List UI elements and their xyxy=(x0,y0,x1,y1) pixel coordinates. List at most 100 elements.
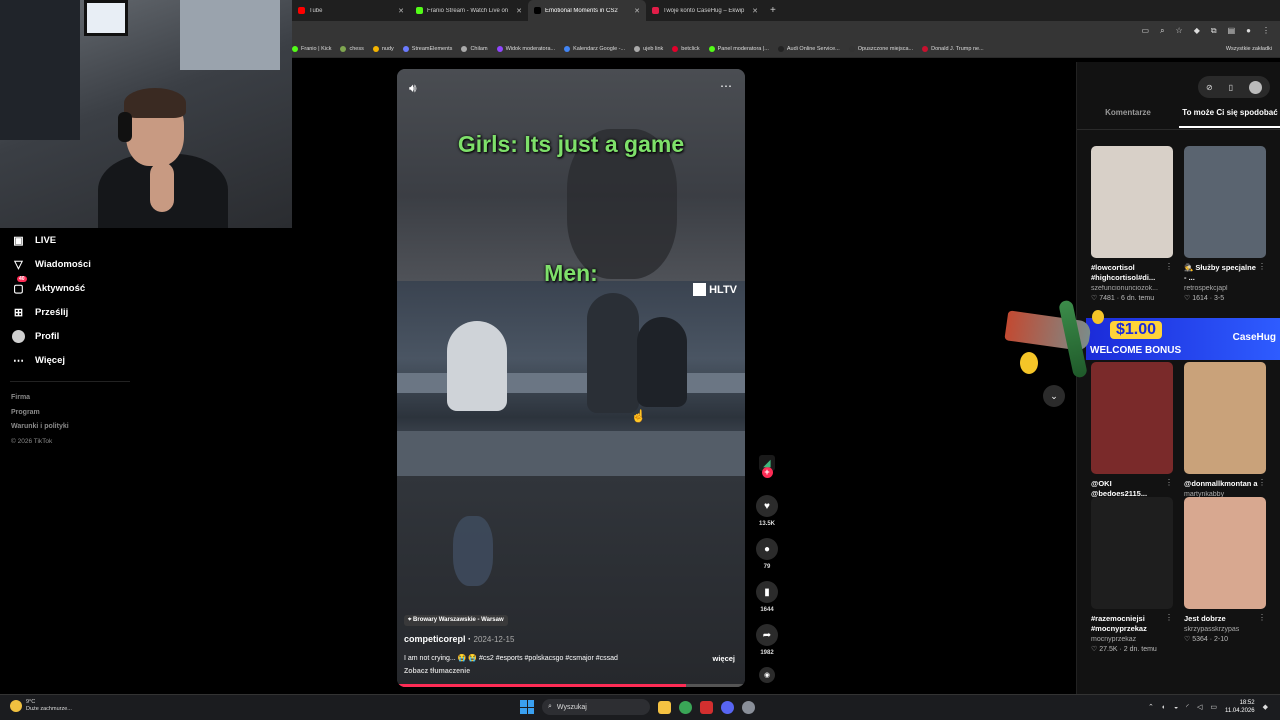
tray-app-icon[interactable]: ◐ xyxy=(1162,704,1166,711)
chrome-icon[interactable] xyxy=(679,700,692,714)
sidebar-item-activity[interactable]: ▢ 40 Aktywność xyxy=(12,276,85,295)
sidebar-item-more[interactable]: ⋯ Więcej xyxy=(12,354,65,367)
video-player[interactable]: Girls: Its just a game Men: HLTV 🔊︎ ⋯ ⌖ … xyxy=(397,69,745,687)
video-progress-bar[interactable] xyxy=(397,684,745,687)
video-more-icon[interactable]: ⋯ xyxy=(720,79,733,93)
share-button[interactable]: ➦ 1982 xyxy=(754,624,780,656)
card-more-icon[interactable]: ⋮ xyxy=(1165,613,1173,622)
recommended-video-card[interactable]: @OKI @bedoes2115... iammilena2 ♡ 42K · 1… xyxy=(1091,362,1173,518)
tab-comments[interactable]: Komentarze xyxy=(1077,108,1179,128)
weather-widget[interactable]: 9°C Duże zachmurze... xyxy=(10,699,72,713)
settings-icon[interactable] xyxy=(742,700,755,714)
notifications-icon[interactable]: ◆ xyxy=(1263,703,1268,711)
video-caption-top: Girls: Its just a game xyxy=(457,131,685,157)
bookmark-item[interactable]: Donald J. Trump ne... xyxy=(922,46,984,52)
browser-tab[interactable]: Twoje konto CaseHug – Ekwip ✕ xyxy=(646,0,764,21)
creator-avatar[interactable]: ◢ + xyxy=(754,455,780,478)
footer-link-program[interactable]: Program xyxy=(11,406,69,421)
sidebar-item-profile[interactable]: Profil xyxy=(12,330,59,343)
video-thumbnail[interactable] xyxy=(1184,497,1266,609)
extensions-puzzle-icon[interactable]: ⧉ xyxy=(1211,26,1217,36)
bookmark-item[interactable]: Chilam xyxy=(461,46,488,52)
close-tab-icon[interactable]: ✕ xyxy=(398,7,404,15)
tray-chevron-icon[interactable]: ⌃ xyxy=(1148,703,1154,711)
bookmark-item[interactable]: nudy xyxy=(372,46,394,52)
bookmark-item[interactable]: Franio | Kick xyxy=(292,46,331,52)
device-icon[interactable]: ▯ xyxy=(1229,83,1233,92)
card-more-icon[interactable]: ⋮ xyxy=(1258,613,1266,622)
browser-tab[interactable]: Tube ✕ xyxy=(292,0,410,21)
follow-plus-icon[interactable]: + xyxy=(761,467,773,478)
video-thumbnail[interactable] xyxy=(1091,497,1173,609)
close-tab-icon[interactable]: ✕ xyxy=(752,7,758,15)
clock[interactable]: 18:52 11.04.2026 xyxy=(1225,699,1255,715)
bookmark-item[interactable]: Opuszczone miejsca... xyxy=(848,46,913,52)
card-more-icon[interactable]: ⋮ xyxy=(1258,262,1266,271)
coin-icon[interactable]: ⊘ xyxy=(1206,83,1213,92)
streamer xyxy=(98,88,228,228)
bookmark-item[interactable]: StreamElements xyxy=(402,46,452,52)
tab-recommended[interactable]: To może Ci się spodobać xyxy=(1179,108,1280,128)
taskbar-search[interactable]: ⌕ Wyszukaj xyxy=(542,699,650,715)
extension-icon[interactable]: ◆ xyxy=(1194,26,1200,36)
card-more-icon[interactable]: ⋮ xyxy=(1258,478,1266,487)
bookmark-item[interactable]: ujeb link xyxy=(634,46,663,52)
speaker-icon[interactable]: ◁ xyxy=(1197,703,1202,711)
video-thumbnail[interactable] xyxy=(1091,146,1173,258)
card-user[interactable]: retrospekcjapl xyxy=(1184,285,1266,292)
user-avatar[interactable] xyxy=(1248,80,1262,94)
recommended-video-card[interactable]: @donmallkmontan a martynkabby ♡ 37.9K · … xyxy=(1184,362,1266,508)
comment-button[interactable]: ● 79 xyxy=(754,538,780,570)
save-button[interactable]: ▮ 1644 xyxy=(754,581,780,613)
sidebar-item-messages[interactable]: ▽ Wiadomości xyxy=(12,258,91,271)
browser-tab[interactable]: Franio Stream - Watch Live on ✕ xyxy=(410,0,528,21)
card-user[interactable]: szefuncionunciozok... xyxy=(1091,285,1173,292)
app-icon[interactable] xyxy=(700,700,713,714)
discord-icon[interactable] xyxy=(721,700,734,714)
recommended-video-card[interactable]: #lowcortisol #highcortisol#di... szefunc… xyxy=(1091,146,1173,302)
sidebar-icon[interactable]: ▤ xyxy=(1228,26,1236,36)
video-author[interactable]: competicorepl · 2024-12-15 xyxy=(404,634,514,644)
recommended-video-card[interactable]: 🕵 Służby specjalne - ... retrospekcjapl … xyxy=(1184,146,1266,302)
footer-link-company[interactable]: Firma xyxy=(11,391,69,406)
card-more-icon[interactable]: ⋮ xyxy=(1165,478,1173,487)
windows-start-icon[interactable] xyxy=(520,700,534,714)
video-thumbnail[interactable] xyxy=(1184,146,1266,258)
wifi-icon[interactable]: ◜ xyxy=(1186,703,1189,711)
card-more-icon[interactable]: ⋮ xyxy=(1165,262,1173,271)
like-button[interactable]: ♥ 13.5K xyxy=(754,495,780,527)
browser-tab[interactable]: Emotional Moments in CS2 ✕ xyxy=(528,0,646,21)
music-disc[interactable]: ◉ xyxy=(754,667,780,683)
casehug-ad[interactable]: $1.00 WELCOME BONUS CaseHug xyxy=(1004,299,1280,382)
new-tab-icon[interactable]: + xyxy=(764,5,782,16)
tray-app2-icon[interactable]: ◒ xyxy=(1174,704,1178,711)
card-user[interactable]: mocnyprzekaz xyxy=(1091,636,1173,643)
bookmark-item[interactable]: Panel moderatora |... xyxy=(708,46,769,52)
sidebar-item-live[interactable]: ▣ LIVE xyxy=(12,234,56,247)
translate-link[interactable]: Zobacz tłumaczenie xyxy=(404,668,470,675)
scroll-down-button[interactable]: ⌄ xyxy=(1043,385,1065,407)
bookmark-item[interactable]: Kalendarz Google -... xyxy=(564,46,625,52)
footer-link-terms[interactable]: Warunki i polityki xyxy=(11,420,69,435)
bookmark-star-icon[interactable]: ☆ xyxy=(1176,26,1183,36)
sidebar-item-upload[interactable]: ⊞ Prześlij xyxy=(12,306,68,319)
card-user[interactable]: skrzypasskrzypas xyxy=(1184,626,1266,633)
see-more-link[interactable]: więcej xyxy=(712,654,735,663)
profile-icon[interactable]: ● xyxy=(1246,26,1251,36)
recommended-video-card[interactable]: Jest dobrze skrzypasskrzypas ♡ 5364 · 2-… xyxy=(1184,497,1266,643)
recommended-video-card[interactable]: #razemocniejsi #mocnyprzekaz mocnyprzeka… xyxy=(1091,497,1173,653)
bookmark-item[interactable]: Audi Online Service... xyxy=(777,46,840,52)
menu-icon[interactable]: ⋮ xyxy=(1262,26,1270,36)
close-tab-icon[interactable]: ✕ xyxy=(634,7,640,15)
battery-icon[interactable]: ▭ xyxy=(1210,703,1217,711)
volume-icon[interactable]: 🔊︎ xyxy=(409,81,417,96)
close-tab-icon[interactable]: ✕ xyxy=(516,7,522,15)
zoom-icon[interactable]: ⌕ xyxy=(1160,26,1164,36)
all-bookmarks[interactable]: Wszystkie zakładki xyxy=(1226,46,1272,52)
location-tag[interactable]: ⌖ Browary Warszawskie - Warsaw xyxy=(404,615,508,626)
cast-icon[interactable]: ▭ xyxy=(1142,26,1150,36)
bookmark-item[interactable]: betclick xyxy=(672,46,700,52)
bookmark-item[interactable]: chess xyxy=(340,46,364,52)
bookmark-item[interactable]: Widok moderatora... xyxy=(496,46,555,52)
file-explorer-icon[interactable] xyxy=(658,700,671,714)
